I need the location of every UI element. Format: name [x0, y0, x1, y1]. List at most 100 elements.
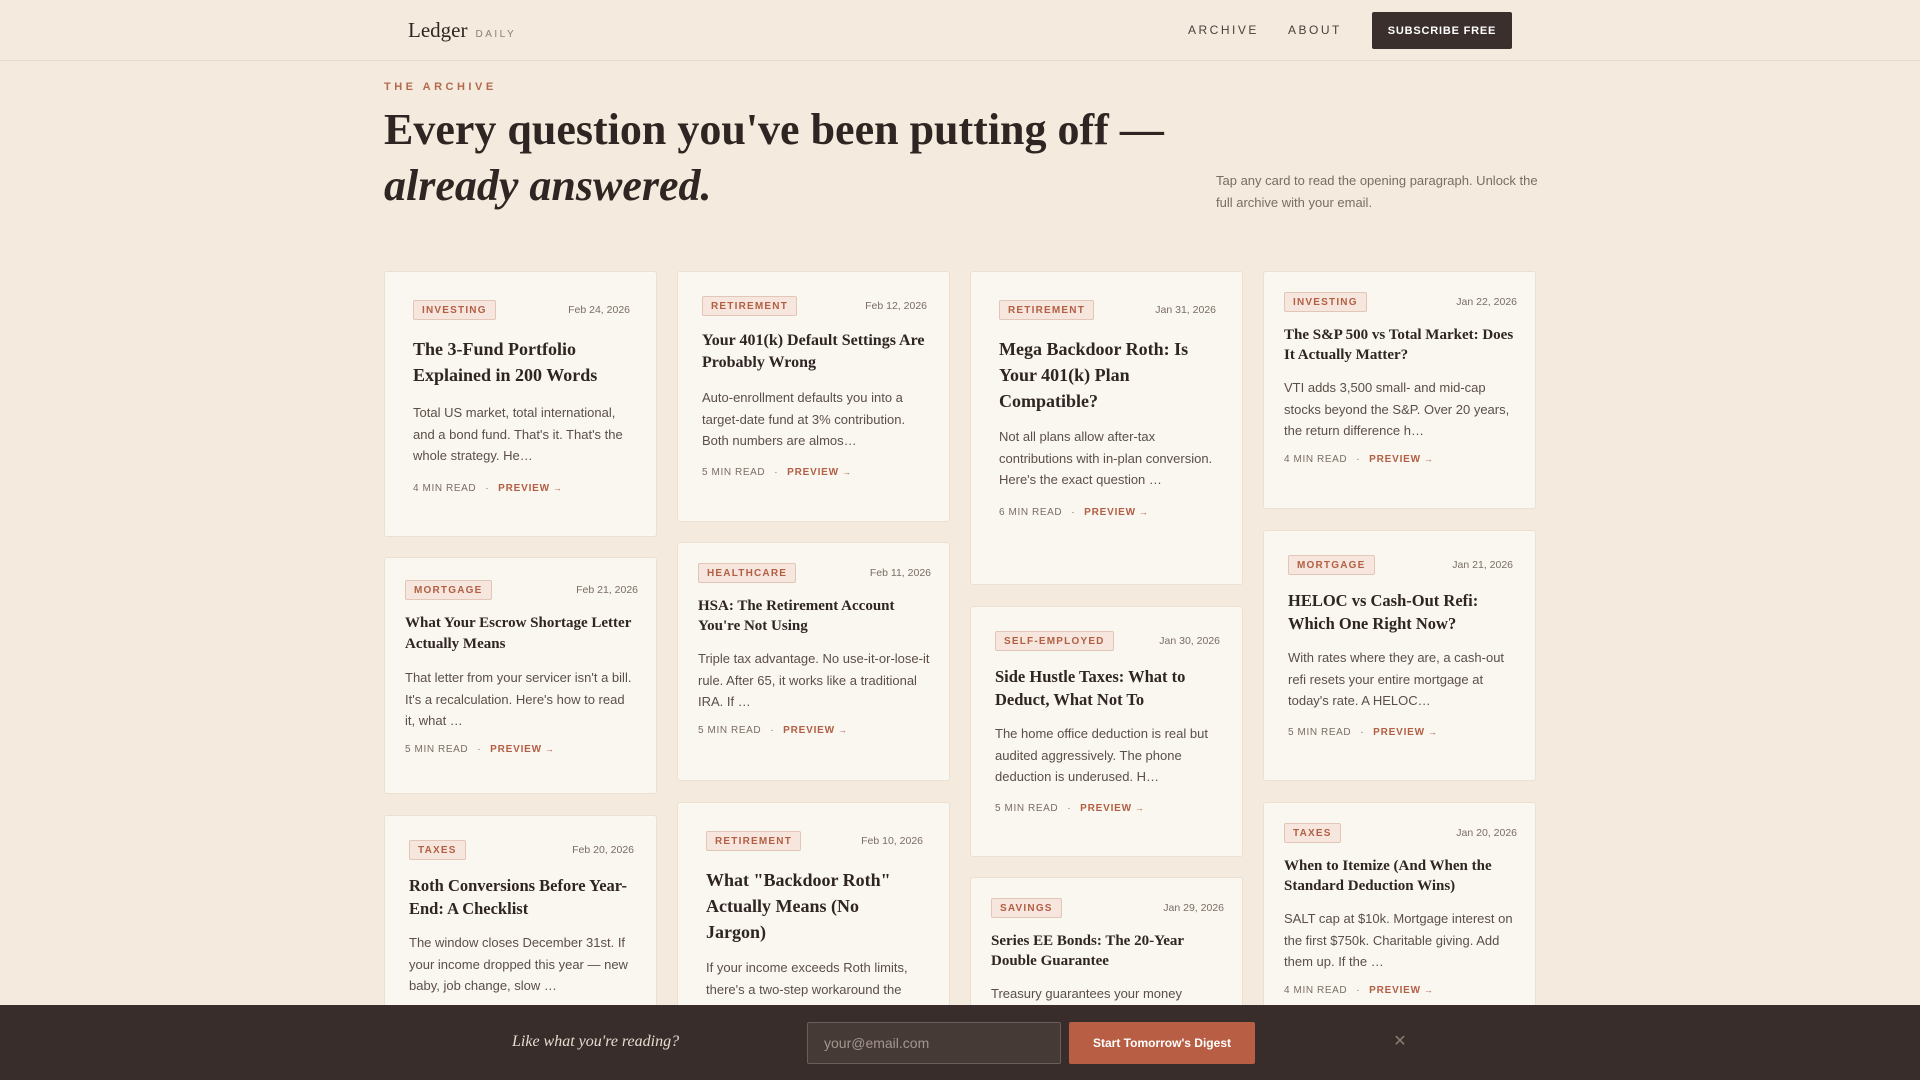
start-digest-button[interactable]: Start Tomorrow's Digest	[1069, 1022, 1255, 1064]
preview-label: PREVIEW	[1369, 453, 1421, 465]
meta-separator: ·	[774, 466, 779, 478]
preview-label: PREVIEW	[498, 482, 550, 494]
close-icon[interactable]: ✕	[1390, 1033, 1410, 1053]
article-date: Jan 20, 2026	[1456, 827, 1517, 839]
arrow-right-icon: →	[841, 466, 852, 477]
meta-separator: ·	[1356, 453, 1361, 465]
article-title[interactable]: Side Hustle Taxes: What to Deduct, What …	[995, 665, 1220, 711]
article-card[interactable]: RETIREMENT Feb 12, 2026 Your 401(k) Defa…	[677, 271, 950, 522]
article-excerpt: That letter from your servicer isn't a b…	[405, 670, 632, 728]
article-card[interactable]: RETIREMENT Jan 31, 2026 Mega Backdoor Ro…	[970, 271, 1243, 585]
category-tag[interactable]: INVESTING	[1284, 292, 1367, 312]
category-tag[interactable]: SAVINGS	[991, 898, 1062, 918]
page-title-line1: Every question you've been putting off —	[384, 105, 1164, 154]
read-time: 5 MIN READ	[702, 466, 766, 478]
article-excerpt: Treasury guarantees your money	[991, 986, 1183, 1001]
nav-about-link[interactable]: ABOUT	[1288, 23, 1342, 37]
arrow-right-icon: →	[1423, 453, 1434, 464]
meta-separator: ·	[770, 724, 775, 736]
article-date: Jan 21, 2026	[1452, 559, 1513, 571]
article-date: Feb 12, 2026	[865, 300, 927, 312]
preview-link[interactable]: PREVIEW →	[787, 467, 852, 478]
preview-link[interactable]: PREVIEW →	[783, 725, 848, 736]
category-tag[interactable]: HEALTHCARE	[698, 563, 797, 583]
meta-separator: ·	[477, 743, 482, 755]
category-tag[interactable]: MORTGAGE	[1288, 555, 1375, 575]
article-card[interactable]: HEALTHCARE Feb 11, 2026 HSA: The Retirem…	[677, 542, 950, 781]
preview-link[interactable]: PREVIEW →	[490, 744, 555, 755]
category-tag[interactable]: RETIREMENT	[702, 296, 797, 316]
article-card[interactable]: SELF-EMPLOYED Jan 30, 2026 Side Hustle T…	[970, 606, 1243, 857]
category-tag[interactable]: MORTGAGE	[405, 580, 492, 600]
brand-name: Ledger	[408, 18, 468, 42]
arrow-right-icon: →	[1427, 726, 1438, 737]
article-date: Jan 31, 2026	[1155, 304, 1216, 316]
article-title[interactable]: HELOC vs Cash-Out Refi: Which One Right …	[1288, 589, 1513, 635]
preview-link[interactable]: PREVIEW →	[498, 483, 563, 494]
article-title[interactable]: Series EE Bonds: The 20-Year Double Guar…	[991, 931, 1224, 971]
meta-separator: ·	[1360, 726, 1365, 738]
arrow-right-icon: →	[552, 482, 563, 493]
article-date: Feb 11, 2026	[869, 567, 931, 579]
nav-archive-link[interactable]: ARCHIVE	[1188, 23, 1259, 37]
article-meta: 6 MIN READ · PREVIEW →	[999, 507, 1216, 518]
article-title[interactable]: What Your Escrow Shortage Letter Actuall…	[405, 613, 638, 655]
article-card[interactable]: INVESTING Jan 22, 2026 The S&P 500 vs To…	[1263, 271, 1536, 509]
page-description: Tap any card to read the opening paragra…	[1216, 173, 1538, 210]
article-date: Jan 22, 2026	[1456, 296, 1517, 308]
meta-separator: ·	[485, 482, 490, 494]
brand-logo[interactable]: Ledger DAILY	[408, 18, 516, 43]
article-meta: 5 MIN READ · PREVIEW →	[698, 725, 931, 736]
article-meta: 4 MIN READ · PREVIEW →	[413, 483, 630, 494]
article-title[interactable]: What "Backdoor Roth" Actually Means (No …	[706, 867, 923, 945]
article-date: Feb 10, 2026	[861, 835, 923, 847]
email-field[interactable]	[807, 1022, 1061, 1064]
subscribe-free-button[interactable]: SUBSCRIBE FREE	[1372, 12, 1512, 49]
article-card[interactable]: MORTGAGE Jan 21, 2026 HELOC vs Cash-Out …	[1263, 530, 1536, 781]
preview-label: PREVIEW	[1369, 984, 1421, 996]
category-tag[interactable]: SELF-EMPLOYED	[995, 631, 1114, 651]
article-meta: 5 MIN READ · PREVIEW →	[405, 744, 638, 755]
article-excerpt: Not all plans allow after-tax contributi…	[999, 429, 1213, 487]
article-excerpt: With rates where they are, a cash-out re…	[1288, 650, 1505, 708]
article-meta: 4 MIN READ · PREVIEW →	[1284, 985, 1517, 996]
article-date: Feb 20, 2026	[572, 844, 634, 856]
article-title[interactable]: Your 401(k) Default Settings Are Probabl…	[702, 330, 927, 374]
preview-link[interactable]: PREVIEW →	[1080, 803, 1145, 814]
category-tag[interactable]: INVESTING	[413, 300, 496, 320]
page-title: Every question you've been putting off —…	[384, 102, 1184, 214]
article-title[interactable]: The 3-Fund Portfolio Explained in 200 Wo…	[413, 336, 630, 388]
article-title[interactable]: HSA: The Retirement Account You're Not U…	[698, 596, 931, 636]
article-excerpt: Auto-enrollment defaults you into a targ…	[702, 390, 906, 448]
meta-separator: ·	[1067, 802, 1072, 814]
preview-link[interactable]: PREVIEW →	[1373, 727, 1438, 738]
category-tag[interactable]: TAXES	[409, 840, 466, 860]
preview-label: PREVIEW	[1080, 802, 1132, 814]
article-date: Feb 21, 2026	[576, 584, 638, 596]
category-tag[interactable]: RETIREMENT	[999, 300, 1094, 320]
article-title[interactable]: Mega Backdoor Roth: Is Your 401(k) Plan …	[999, 336, 1216, 414]
read-time: 5 MIN READ	[995, 802, 1059, 814]
article-meta: 5 MIN READ · PREVIEW →	[1288, 727, 1513, 738]
arrow-right-icon: →	[1423, 984, 1434, 995]
arrow-right-icon: →	[1134, 802, 1145, 813]
preview-link[interactable]: PREVIEW →	[1369, 454, 1434, 465]
article-meta: 5 MIN READ · PREVIEW →	[702, 467, 927, 478]
article-excerpt: If your income exceeds Roth limits, ther…	[706, 960, 908, 997]
meta-separator: ·	[1356, 984, 1361, 996]
article-title[interactable]: Roth Conversions Before Year-End: A Chec…	[409, 874, 634, 920]
article-card[interactable]: INVESTING Feb 24, 2026 The 3-Fund Portfo…	[384, 271, 657, 537]
preview-link[interactable]: PREVIEW →	[1369, 985, 1434, 996]
meta-separator: ·	[1071, 506, 1076, 518]
category-tag[interactable]: RETIREMENT	[706, 831, 801, 851]
brand-subtitle: DAILY	[475, 29, 517, 40]
article-date: Feb 24, 2026	[568, 304, 630, 316]
article-title[interactable]: The S&P 500 vs Total Market: Does It Act…	[1284, 325, 1517, 365]
article-card[interactable]: MORTGAGE Feb 21, 2026 What Your Escrow S…	[384, 557, 657, 794]
read-time: 4 MIN READ	[1284, 984, 1348, 996]
preview-link[interactable]: PREVIEW →	[1084, 507, 1149, 518]
article-excerpt: SALT cap at $10k. Mortgage interest on t…	[1284, 911, 1513, 969]
article-excerpt: VTI adds 3,500 small- and mid-cap stocks…	[1284, 380, 1510, 438]
category-tag[interactable]: TAXES	[1284, 823, 1341, 843]
article-title[interactable]: When to Itemize (And When the Standard D…	[1284, 856, 1517, 896]
